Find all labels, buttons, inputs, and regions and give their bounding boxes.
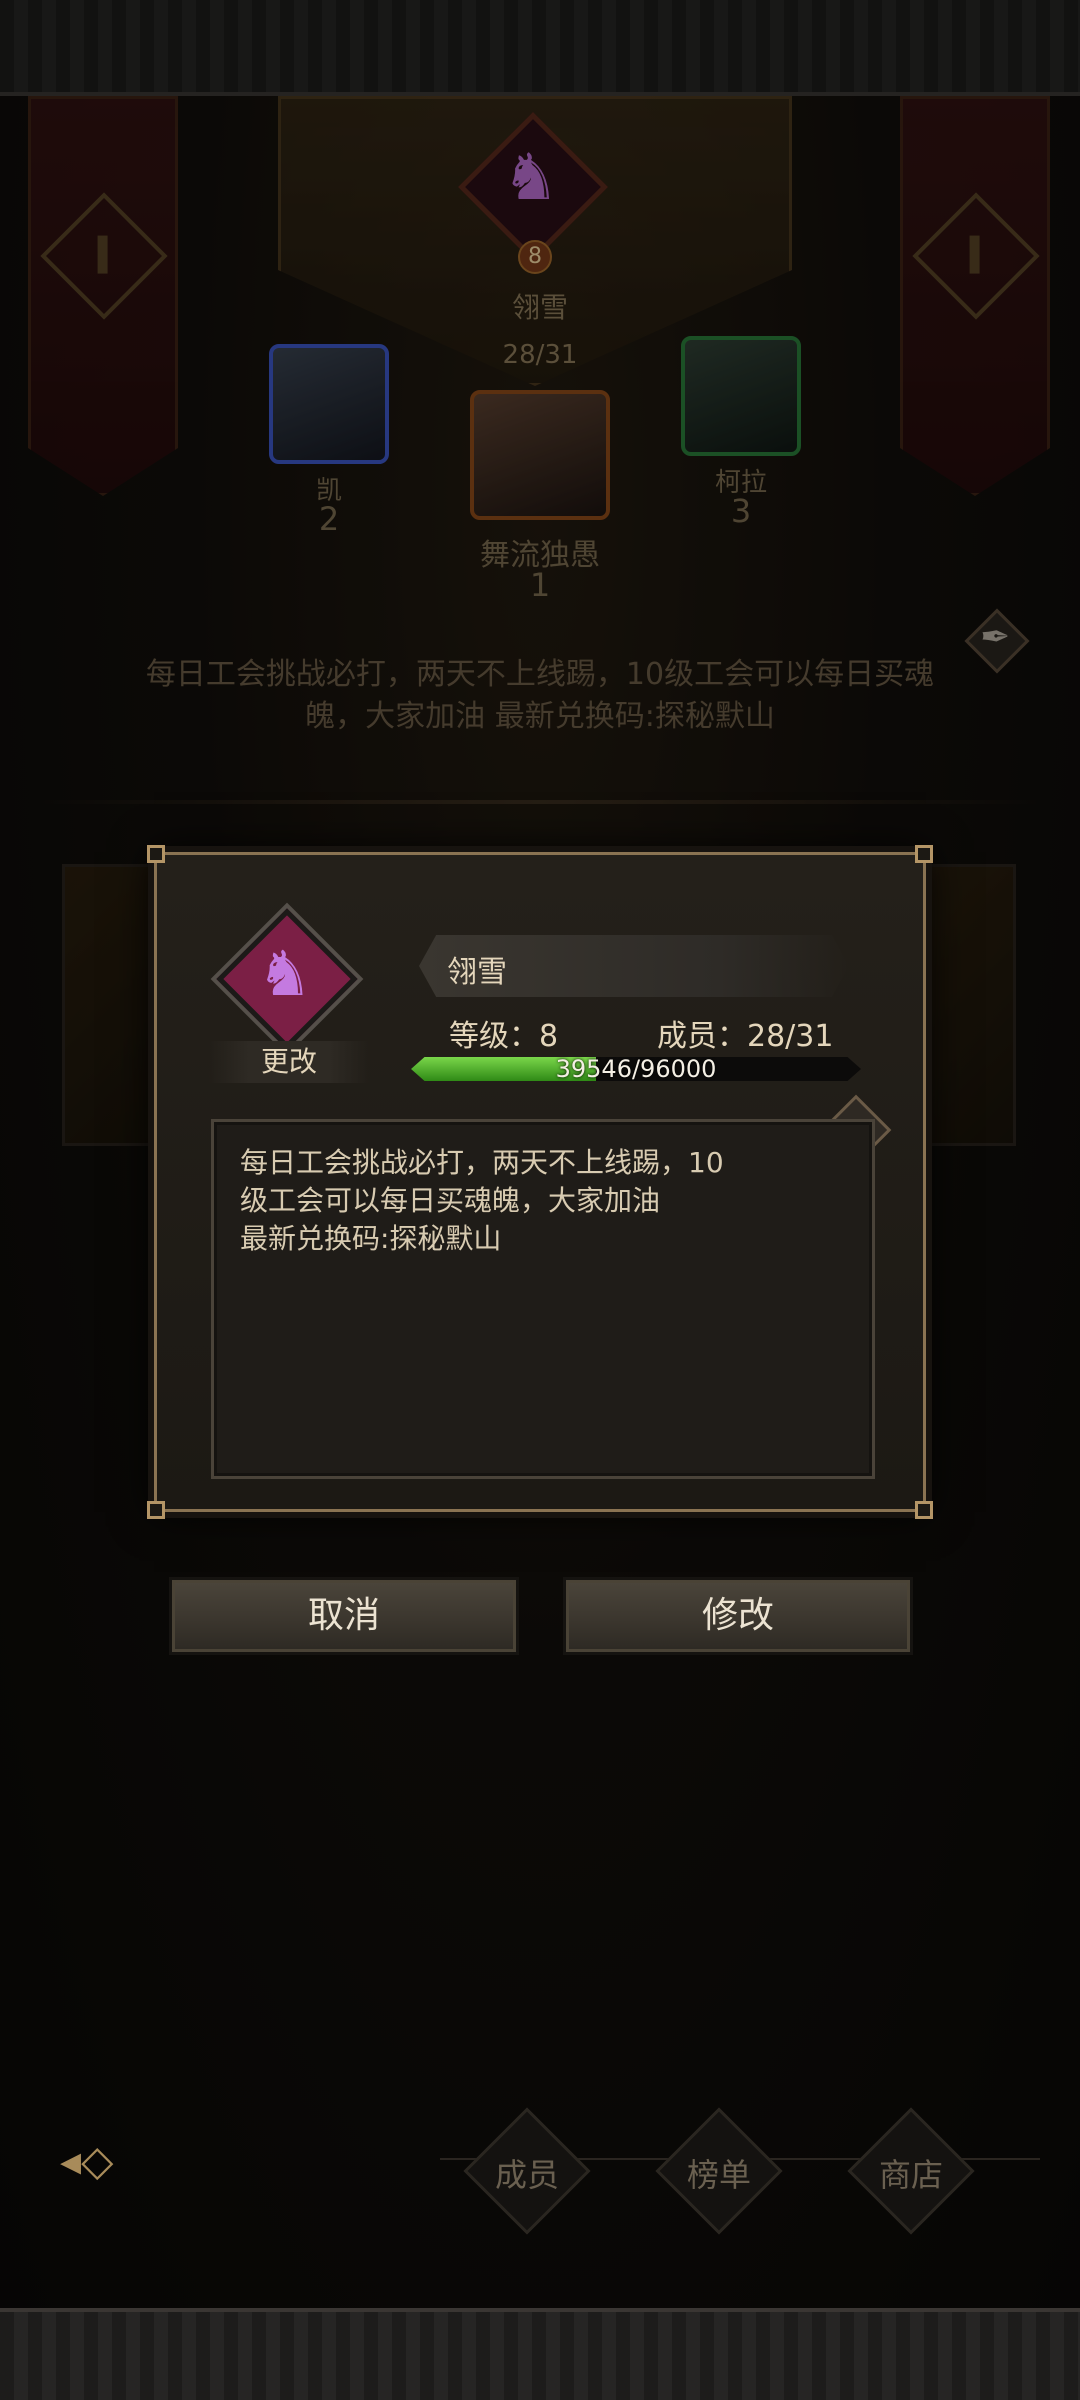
guild-name-plate: 翎雪 xyxy=(419,935,849,997)
xp-progress-bar: 39546/96000 xyxy=(411,1057,861,1081)
cancel-button[interactable]: 取消 xyxy=(172,1580,516,1652)
back-arrow-icon: ◂◇ xyxy=(60,2136,114,2185)
corner-ornament xyxy=(147,1501,165,1519)
guild-level: 等级：8 xyxy=(449,1019,559,1054)
back-button[interactable]: ◂◇ xyxy=(50,2130,180,2190)
corner-ornament xyxy=(915,845,933,863)
nav-members[interactable]: 成员 xyxy=(462,2106,592,2236)
guild-name: 翎雪 xyxy=(447,955,507,990)
bottom-frame xyxy=(0,2308,1080,2400)
modify-button[interactable]: 修改 xyxy=(566,1580,910,1652)
guild-members: 成员：28/31 xyxy=(657,1019,834,1054)
notice-text: 每日工会挑战必打，两天不上线踢，10 级工会可以每日买魂魄，大家加油 最新兑换码… xyxy=(240,1146,724,1255)
knight-icon: ♞ xyxy=(257,937,313,1010)
edit-guild-dialog: ♞ 更改 翎雪 等级：8 成员：28/31 39546/96000 ✒ 每日工会… xyxy=(147,845,933,1519)
nav-rank[interactable]: 榜单 xyxy=(654,2106,784,2236)
guild-emblem-button[interactable]: ♞ xyxy=(216,908,358,1050)
change-emblem-label[interactable]: 更改 xyxy=(209,1041,369,1083)
nav-rank-label: 榜单 xyxy=(686,2156,751,2194)
nav-members-label: 成员 xyxy=(494,2156,559,2194)
nav-shop-label: 商店 xyxy=(878,2156,943,2194)
corner-ornament xyxy=(915,1501,933,1519)
notice-textarea[interactable]: 每日工会挑战必打，两天不上线踢，10 级工会可以每日买魂魄，大家加油 最新兑换码… xyxy=(211,1119,875,1479)
corner-ornament xyxy=(147,845,165,863)
nav-shop[interactable]: 商店 xyxy=(846,2106,976,2236)
xp-progress-text: 39546/96000 xyxy=(555,1055,717,1083)
